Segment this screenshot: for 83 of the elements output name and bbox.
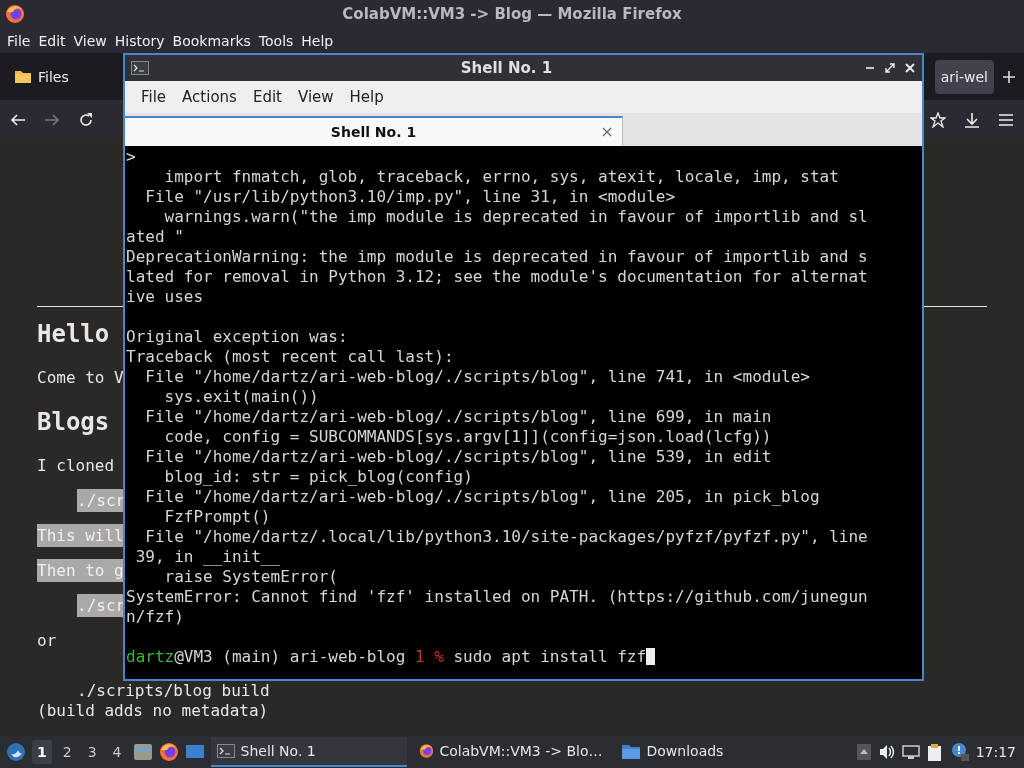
file-manager-icon[interactable] — [132, 742, 153, 762]
download-icon[interactable] — [964, 112, 980, 128]
terminal-line: Original exception was: — [126, 327, 349, 347]
terminal-line: > — [126, 147, 137, 167]
notification-icon[interactable] — [949, 742, 970, 762]
terminal-line: File "/home/dartz/.local/lib/python3.10/site-packages/pyfzf/pyfzf.py", line — [144, 527, 869, 547]
prompt-user: dartz — [126, 647, 175, 667]
firefox-icon[interactable] — [158, 742, 179, 762]
terminal-line: code, config = SUBCOMMANDS[sys.argv[1]](config=json.load(lcfg)) — [163, 427, 773, 447]
paragraph: I cloned — [37, 456, 115, 475]
firefox-icon — [5, 4, 25, 24]
terminal-line: DeprecationWarning: the imp module is deprecated in favour of importlib and s — [126, 247, 869, 267]
heading: Hello — [37, 319, 110, 348]
browser-tab[interactable]: ari-wel — [934, 59, 994, 94]
terminal-line: File "/home/dartz/ari-web-blog/./scripts/blog", line 205, in pick_blog — [144, 487, 821, 507]
terminal-line: import fnmatch, glob, traceback, errno, sys, atexit, locale, imp, stat — [163, 167, 840, 187]
workspace-button[interactable]: 4 — [107, 740, 127, 764]
browser-tab[interactable]: Files — [8, 59, 75, 94]
terminal-icon — [216, 744, 235, 758]
paragraph: Then to g — [37, 559, 124, 582]
folder-icon — [14, 68, 32, 85]
terminal-line: File "/home/dartz/ari-web-blog/./scripts/blog", line 741, in <module> — [144, 367, 811, 387]
terminal-line: ive uses — [126, 287, 205, 307]
terminal-line: warnings.warn("the imp module is deprecated in favour of importlib and sl — [163, 207, 869, 227]
paragraph: Come to V — [37, 368, 124, 387]
menu-item[interactable]: Bookmarks — [168, 32, 255, 49]
menu-item[interactable]: Help — [297, 32, 338, 49]
menu-item[interactable]: Edit — [34, 32, 70, 49]
paragraph: This will — [37, 524, 124, 547]
terminal-line: File "/usr/lib/python3.10/imp.py", line 31, in <module> — [144, 187, 677, 207]
terminal-line: 39, in __init__ — [134, 547, 282, 567]
taskbar-task[interactable]: ColabVM::VM3 -> Blo… — [412, 737, 609, 767]
paragraph: or — [37, 631, 57, 650]
star-icon[interactable] — [930, 112, 946, 128]
close-icon[interactable] — [602, 127, 612, 137]
menu-item[interactable]: View — [69, 32, 111, 49]
menu-icon[interactable] — [998, 112, 1014, 128]
menu-item[interactable]: Edit — [244, 88, 290, 106]
window-title: ColabVM::VM3 -> Blog — Mozilla Firefox — [342, 5, 682, 23]
taskbar-task[interactable]: Downloads — [614, 737, 811, 767]
workspace-button[interactable]: 1 — [32, 740, 52, 764]
firefox-icon — [418, 741, 434, 761]
menu-item[interactable]: History — [110, 32, 169, 49]
maximize-icon[interactable] — [884, 62, 896, 74]
workspace-button[interactable]: 3 — [82, 740, 102, 764]
terminal-line: SystemError: Cannot find 'fzf' installed on PATH. (https://github.com/junegun — [126, 587, 869, 607]
terminal-line: File "/home/dartz/ari-web-blog/./scripts/blog", line 539, in edit — [144, 447, 773, 467]
workspace-button[interactable]: 2 — [57, 740, 77, 764]
menu-item[interactable]: File — [133, 88, 175, 106]
start-menu-icon[interactable] — [6, 742, 26, 762]
menu-item[interactable]: Help — [341, 88, 392, 106]
prompt-host: @VM3 (main) ari-web-blog — [174, 647, 406, 667]
back-icon[interactable] — [10, 112, 26, 128]
command-input[interactable]: sudo apt install fzf — [453, 647, 647, 667]
terminal-line: FzfPrompt() — [163, 507, 272, 527]
terminal-line: Traceback (most recent call last): — [126, 347, 455, 367]
clipboard-icon[interactable] — [925, 742, 944, 762]
terminal-line: sys.exit(main()) — [163, 387, 320, 407]
heading: Blogs — [37, 407, 110, 436]
menu-item[interactable]: File — [3, 32, 35, 49]
clock: 17:17 — [975, 744, 1016, 760]
menu-item[interactable]: Tools — [254, 32, 298, 49]
terminal-line: ated " — [126, 227, 185, 247]
terminal-line: raise SystemError( — [163, 567, 339, 587]
volume-icon[interactable] — [877, 743, 896, 761]
terminal-icon — [131, 61, 149, 75]
code-line: ./scripts/blog build — [77, 681, 270, 700]
terminal-line: blog_id: str = pick_blog(config) — [163, 467, 474, 487]
menu-item[interactable]: Actions — [174, 88, 245, 106]
reload-icon[interactable] — [78, 112, 94, 128]
paragraph: (build adds no metadata) — [37, 701, 269, 720]
menu-item[interactable]: View — [289, 88, 342, 106]
window-title: Shell No. 1 — [459, 59, 554, 77]
folder-icon — [620, 742, 641, 760]
text-cursor — [646, 648, 656, 665]
terminal-tab[interactable]: Shell No. 1 — [125, 116, 623, 146]
terminal-line: File "/home/dartz/ari-web-blog/./scripts/blog", line 699, in main — [144, 407, 773, 427]
network-icon[interactable] — [901, 743, 920, 761]
new-tab-icon[interactable] — [1002, 69, 1016, 84]
exit-status: 1 % — [414, 647, 444, 667]
terminal-line: lated for removal in Python 3.12; see the module's documentation for alternat — [126, 267, 869, 287]
taskbar-task[interactable]: Shell No. 1 — [210, 737, 407, 767]
terminal-line: n/fzf) — [126, 607, 185, 627]
